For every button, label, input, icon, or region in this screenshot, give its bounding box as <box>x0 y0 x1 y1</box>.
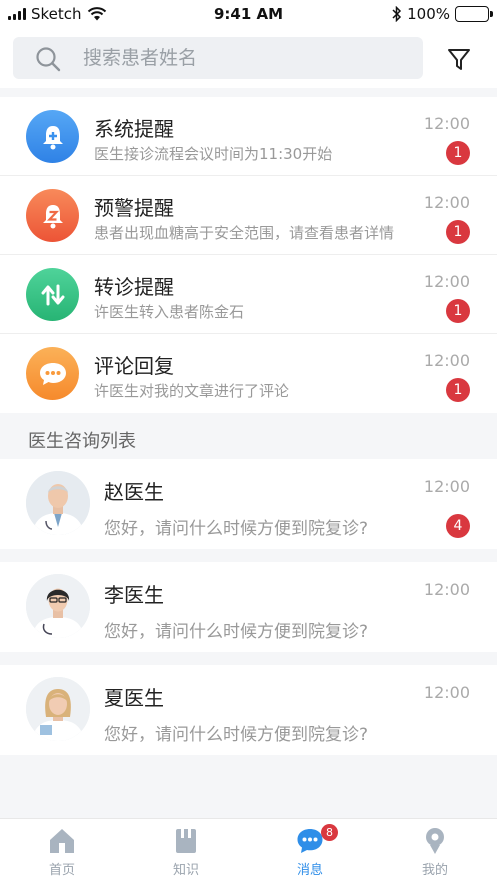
notice-title: 系统提醒 <box>94 117 174 141</box>
doctor-avatar <box>26 471 90 535</box>
notice-item-warning[interactable]: 预警提醒 患者出现血糖高于安全范围，请查看患者详情 12:00 1 <box>0 176 497 255</box>
profile-icon <box>426 828 444 854</box>
tab-knowledge[interactable]: 知识 <box>124 819 248 883</box>
search-area <box>0 30 497 88</box>
doctor-name: 赵医生 <box>104 480 164 504</box>
notice-desc: 许医生转入患者陈金石 <box>94 303 245 321</box>
tab-label: 我的 <box>421 863 448 878</box>
doctor-message: 您好，请问什么时候方便到院复诊? <box>104 622 369 642</box>
tab-label: 知识 <box>172 863 199 878</box>
doctor-item-li[interactable]: 李医生 您好，请问什么时候方便到院复诊? 12:00 <box>0 562 497 652</box>
tab-home[interactable]: 首页 <box>0 819 124 883</box>
doctor-avatar <box>26 574 90 638</box>
tab-messages[interactable]: 8 消息 <box>248 819 372 883</box>
doctor-time: 12:00 <box>423 683 470 702</box>
search-icon <box>36 47 61 72</box>
notice-list: 系统提醒 医生接诊流程会议时间为11:30开始 12:00 1 预警提醒 患者出… <box>0 97 497 413</box>
notice-title: 评论回复 <box>94 354 174 378</box>
doctor-name: 李医生 <box>104 583 164 607</box>
notice-time: 12:00 <box>423 272 470 291</box>
doctor-item-zhao[interactable]: 赵医生 您好，请问什么时候方便到院复诊? 12:00 4 <box>0 459 497 549</box>
battery-percent: 100% <box>407 5 450 23</box>
search-input[interactable] <box>83 37 403 79</box>
notice-item-system[interactable]: 系统提醒 医生接诊流程会议时间为11:30开始 12:00 1 <box>0 97 497 176</box>
bluetooth-icon <box>392 6 402 22</box>
notice-time: 12:00 <box>423 351 470 370</box>
unread-badge: 1 <box>446 220 470 244</box>
doctor-item-xia[interactable]: 夏医生 您好，请问什么时候方便到院复诊? 12:00 <box>0 665 497 755</box>
notice-title: 转诊提醒 <box>94 275 174 299</box>
transfer-arrows-icon <box>26 268 79 321</box>
doctor-message: 您好，请问什么时候方便到院复诊? <box>104 519 369 539</box>
book-icon <box>176 829 196 853</box>
section-title: 医生咨询列表 <box>28 431 136 452</box>
doctor-avatar <box>26 677 90 741</box>
notice-desc: 许医生对我的文章进行了评论 <box>94 382 290 400</box>
unread-badge: 1 <box>446 299 470 323</box>
doctor-message: 您好，请问什么时候方便到院复诊? <box>104 725 369 745</box>
tab-bar: 首页 知识 8 消息 我的 <box>0 818 497 883</box>
home-icon <box>50 829 74 853</box>
tab-badge: 8 <box>321 824 338 841</box>
bell-plus-icon <box>26 110 79 163</box>
tab-profile[interactable]: 我的 <box>373 819 497 883</box>
notice-desc: 医生接诊流程会议时间为11:30开始 <box>94 145 333 163</box>
battery-icon <box>455 6 493 22</box>
notice-item-comment[interactable]: 评论回复 许医生对我的文章进行了评论 12:00 1 <box>0 334 497 413</box>
doctor-time: 12:00 <box>423 477 470 496</box>
doctor-name: 夏医生 <box>104 686 164 710</box>
status-bar: Sketch 9:41 AM 100% <box>0 0 497 30</box>
section-header: 医生咨询列表 <box>0 417 497 459</box>
tab-label: 消息 <box>296 863 323 878</box>
filter-icon[interactable] <box>444 44 474 74</box>
notice-time: 12:00 <box>423 193 470 212</box>
notice-desc: 患者出现血糖高于安全范围，请查看患者详情 <box>94 224 395 242</box>
unread-badge: 1 <box>446 378 470 402</box>
unread-badge: 4 <box>446 514 470 538</box>
doctor-time: 12:00 <box>423 580 470 599</box>
alarm-bell-icon <box>26 189 79 242</box>
notice-time: 12:00 <box>423 114 470 133</box>
search-box[interactable] <box>13 37 423 79</box>
comment-icon <box>26 347 79 400</box>
notice-title: 预警提醒 <box>94 196 174 220</box>
tab-label: 首页 <box>48 863 75 878</box>
notice-item-referral[interactable]: 转诊提醒 许医生转入患者陈金石 12:00 1 <box>0 255 497 334</box>
unread-badge: 1 <box>446 141 470 165</box>
